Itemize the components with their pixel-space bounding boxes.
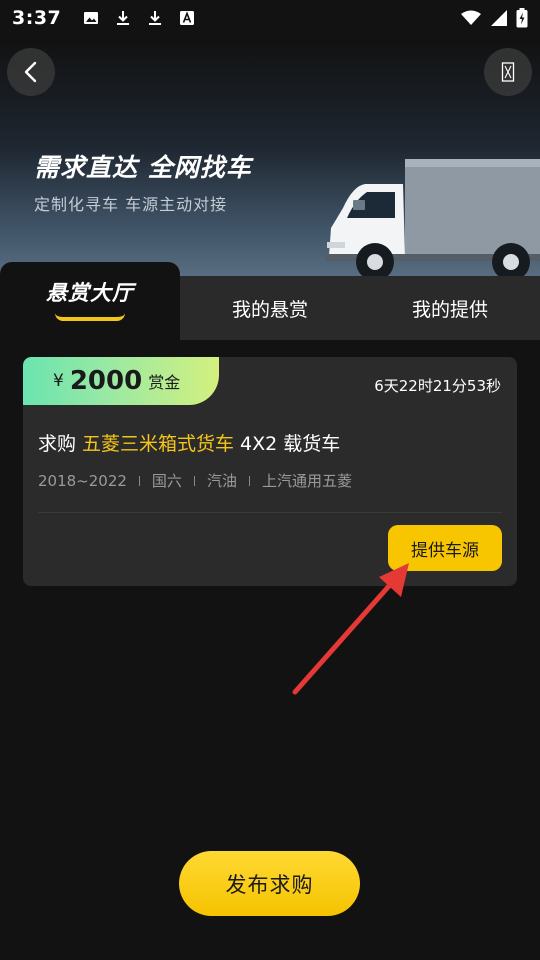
vehicle-specs: 2018~2022 国六 汽油 上汽通用五菱 — [38, 470, 352, 491]
countdown-timer: 6天22时21分53秒 — [374, 377, 501, 395]
annotation-arrow-icon — [292, 563, 409, 695]
spec-separator — [248, 475, 250, 486]
status-bar: 3:37 — [0, 0, 540, 36]
title-suffix: 4X2 载货车 — [240, 433, 341, 455]
spec-brand: 上汽通用五菱 — [261, 472, 352, 490]
chevron-left-icon — [24, 61, 37, 83]
battery-charging-icon — [516, 8, 528, 28]
status-notification-icons — [83, 10, 195, 26]
status-system-icons — [460, 8, 528, 28]
hero-subtitle: 定制化寻车 车源主动对接 — [34, 195, 228, 214]
title-prefix: 求购 — [38, 433, 77, 455]
back-button[interactable] — [7, 48, 55, 96]
hero-title: 需求直达 全网找车 — [34, 153, 252, 182]
spec-separator — [193, 475, 195, 486]
tab-bounty-hall[interactable]: 悬赏大厅 — [0, 262, 180, 340]
wifi-icon — [461, 10, 481, 25]
card-divider — [38, 512, 502, 513]
signal-icon — [491, 10, 507, 26]
tab-my-bounties[interactable]: 我的悬赏 — [180, 276, 360, 340]
image-icon — [84, 12, 99, 24]
tab-active-indicator — [55, 313, 125, 321]
download-icon — [117, 11, 130, 25]
bounty-badge: ¥ 2000 赏金 — [23, 357, 219, 405]
publish-request-button[interactable]: 发布求购 — [179, 851, 360, 916]
more-button[interactable] — [484, 48, 532, 96]
tab-label: 悬赏大厅 — [46, 281, 134, 305]
currency-symbol: ¥ — [53, 371, 64, 391]
card-title: 求购 五菱三米箱式货车 4X2 载货车 — [38, 429, 340, 456]
status-time: 3:37 — [12, 7, 62, 29]
more-icon — [501, 62, 515, 82]
tab-bar: 悬赏大厅 我的悬赏 我的提供 — [0, 262, 540, 340]
tab-my-offers[interactable]: 我的提供 — [360, 276, 540, 340]
bounty-card[interactable]: ¥ 2000 赏金 6天22时21分53秒 求购 五菱三米箱式货车 4X2 载货车 … — [23, 357, 517, 586]
spec-separator — [138, 475, 140, 486]
spec-emission: 国六 — [151, 472, 182, 490]
download-icon — [149, 11, 162, 25]
font-icon — [180, 11, 195, 25]
spec-fuel: 汽油 — [206, 472, 237, 490]
spec-year-range: 2018~2022 — [38, 471, 127, 490]
hero-banner: 需求直达 全网找车 定制化寻车 车源主动对接 — [0, 36, 540, 280]
bounty-unit: 赏金 — [148, 373, 181, 392]
title-vehicle-name: 五菱三米箱式货车 — [82, 433, 235, 455]
bounty-amount: 2000 — [69, 366, 143, 396]
